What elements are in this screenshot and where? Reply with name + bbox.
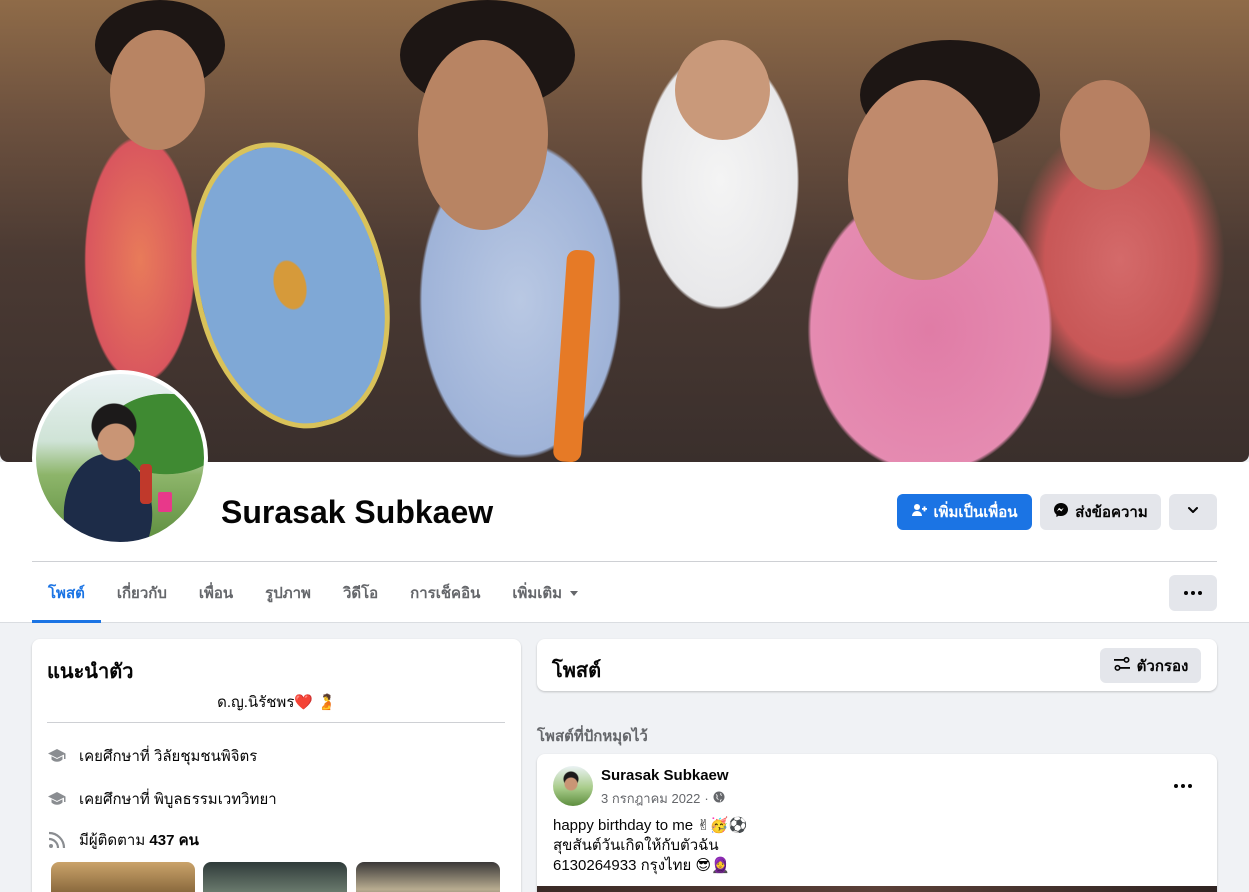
add-friend-button[interactable]: เพิ่มเป็นเพื่อน <box>897 494 1032 530</box>
avatar-cup-shape <box>158 492 172 512</box>
tab-label: เกี่ยวกับ <box>116 585 167 602</box>
tab-label: เพื่อน <box>198 585 234 602</box>
post-text-line: 6130264933 กรุงไทย 😎🧕 <box>553 857 730 874</box>
tab-label: เพิ่มเติม <box>512 585 563 602</box>
education-prefix: เคยศึกษาที่ <box>79 791 150 808</box>
more-horizontal-icon <box>1184 591 1202 595</box>
bio: ด.ญ.นิรัชพร❤️ 🫄 <box>32 690 521 714</box>
posts-header-card: โพสต์ ตัวกรอง <box>537 639 1217 691</box>
education-row: เคยศึกษาที่ พิบูลธรรมเวทวิทยา <box>47 787 277 811</box>
tab-label: การเช็คอิน <box>410 585 481 602</box>
profile-avatar[interactable] <box>32 370 208 546</box>
followers-count[interactable]: 437 <box>149 832 174 849</box>
post-date[interactable]: 3 กรกฎาคม 2022 <box>601 788 700 809</box>
cover-person-face <box>848 80 998 280</box>
message-label: ส่งข้อความ <box>1075 504 1148 521</box>
filter-label: ตัวกรอง <box>1136 657 1189 675</box>
tab-label: วิดีโอ <box>342 585 379 602</box>
profile-name: Surasak Subkaew <box>221 494 494 530</box>
post-image[interactable] <box>537 886 1217 892</box>
caret-down-icon <box>570 590 579 596</box>
meta-separator: · <box>704 791 709 806</box>
tab-posts[interactable]: โพสต์ <box>32 563 101 623</box>
tab-label: รูปภาพ <box>265 585 311 602</box>
post-author-name[interactable]: Surasak Subkaew <box>601 767 729 784</box>
globe-icon[interactable] <box>713 791 725 806</box>
cover-person-face <box>675 40 770 140</box>
person-add-icon <box>911 502 928 522</box>
bio-heart-emoji: ❤️ <box>294 694 314 711</box>
tab-more[interactable]: เพิ่มเติม <box>496 563 594 623</box>
avatar-bottle-shape <box>140 464 152 504</box>
filter-button[interactable]: ตัวกรอง <box>1100 648 1201 683</box>
photo-thumbnail[interactable] <box>356 862 500 892</box>
cover-photo[interactable] <box>0 0 1249 462</box>
intro-title: แนะนำตัว <box>47 661 134 683</box>
tab-checkins[interactable]: การเช็คอิน <box>394 563 496 623</box>
post-author-avatar[interactable] <box>553 766 593 806</box>
bio-emoji: 🫄 <box>317 694 336 711</box>
graduation-cap-icon <box>47 746 67 766</box>
education-row: เคยศึกษาที่ วิลัยชุมชนพิจิตร <box>47 744 257 768</box>
post-meta: 3 กรกฎาคม 2022 · <box>601 788 725 809</box>
more-horizontal-icon <box>1174 784 1192 788</box>
header-divider <box>32 561 1217 562</box>
tabs-more-button[interactable] <box>1169 575 1217 611</box>
post-text: happy birthday to me ✌🥳⚽ สุขสันต์วันเกิด… <box>553 816 747 876</box>
filter-icon <box>1113 656 1131 676</box>
education-school[interactable]: พิบูลธรรมเวทวิทยา <box>154 791 277 808</box>
post-text-line: happy birthday to me ✌🥳⚽ <box>553 817 748 834</box>
post-options-button[interactable] <box>1165 768 1201 804</box>
followers-row: มีผู้ติดตาม 437 คน <box>47 828 199 852</box>
photo-thumbnail[interactable] <box>203 862 347 892</box>
intro-card: แนะนำตัว ด.ญ.นิรัชพร❤️ 🫄 เคยศึกษาที่ วิล… <box>32 639 521 892</box>
pinned-post-card: Surasak Subkaew 3 กรกฎาคม 2022 · happy b… <box>537 754 1217 892</box>
chevron-down-icon <box>1186 503 1200 521</box>
intro-divider <box>47 722 505 723</box>
cover-person-face <box>1060 80 1150 190</box>
rss-icon <box>47 830 67 850</box>
photo-thumbnail[interactable] <box>51 862 195 892</box>
pinned-posts-label: โพสต์ที่ปักหมุดไว้ <box>537 728 648 745</box>
message-button[interactable]: ส่งข้อความ <box>1040 494 1161 530</box>
followers-suffix[interactable]: คน <box>179 832 199 849</box>
tab-about[interactable]: เกี่ยวกับ <box>101 563 183 623</box>
tab-friends[interactable]: เพื่อน <box>183 563 249 623</box>
tab-label: โพสต์ <box>48 585 85 602</box>
bio-text: ด.ญ.นิรัชพร <box>217 694 295 711</box>
followers-prefix: มีผู้ติดตาม <box>79 832 146 849</box>
profile-options-button[interactable] <box>1169 494 1217 530</box>
posts-title: โพสต์ <box>552 660 602 682</box>
tab-photos[interactable]: รูปภาพ <box>249 563 327 623</box>
cover-person-face <box>418 40 548 230</box>
cover-person-face <box>110 30 205 150</box>
graduation-cap-icon <box>47 789 67 809</box>
tab-videos[interactable]: วิดีโอ <box>327 563 394 623</box>
education-prefix: เคยศึกษาที่ <box>79 748 150 765</box>
messenger-icon <box>1053 502 1069 522</box>
profile-tabs: โพสต์ เกี่ยวกับ เพื่อน รูปภาพ วิดีโอ การ… <box>32 563 594 623</box>
add-friend-label: เพิ่มเป็นเพื่อน <box>933 504 1018 521</box>
education-school[interactable]: วิลัยชุมชนพิจิตร <box>154 748 257 765</box>
cover-fan-shape <box>162 121 418 449</box>
cover-strap-shape <box>552 249 596 462</box>
post-text-line: สุขสันต์วันเกิดให้กับตัวฉัน <box>553 837 719 854</box>
